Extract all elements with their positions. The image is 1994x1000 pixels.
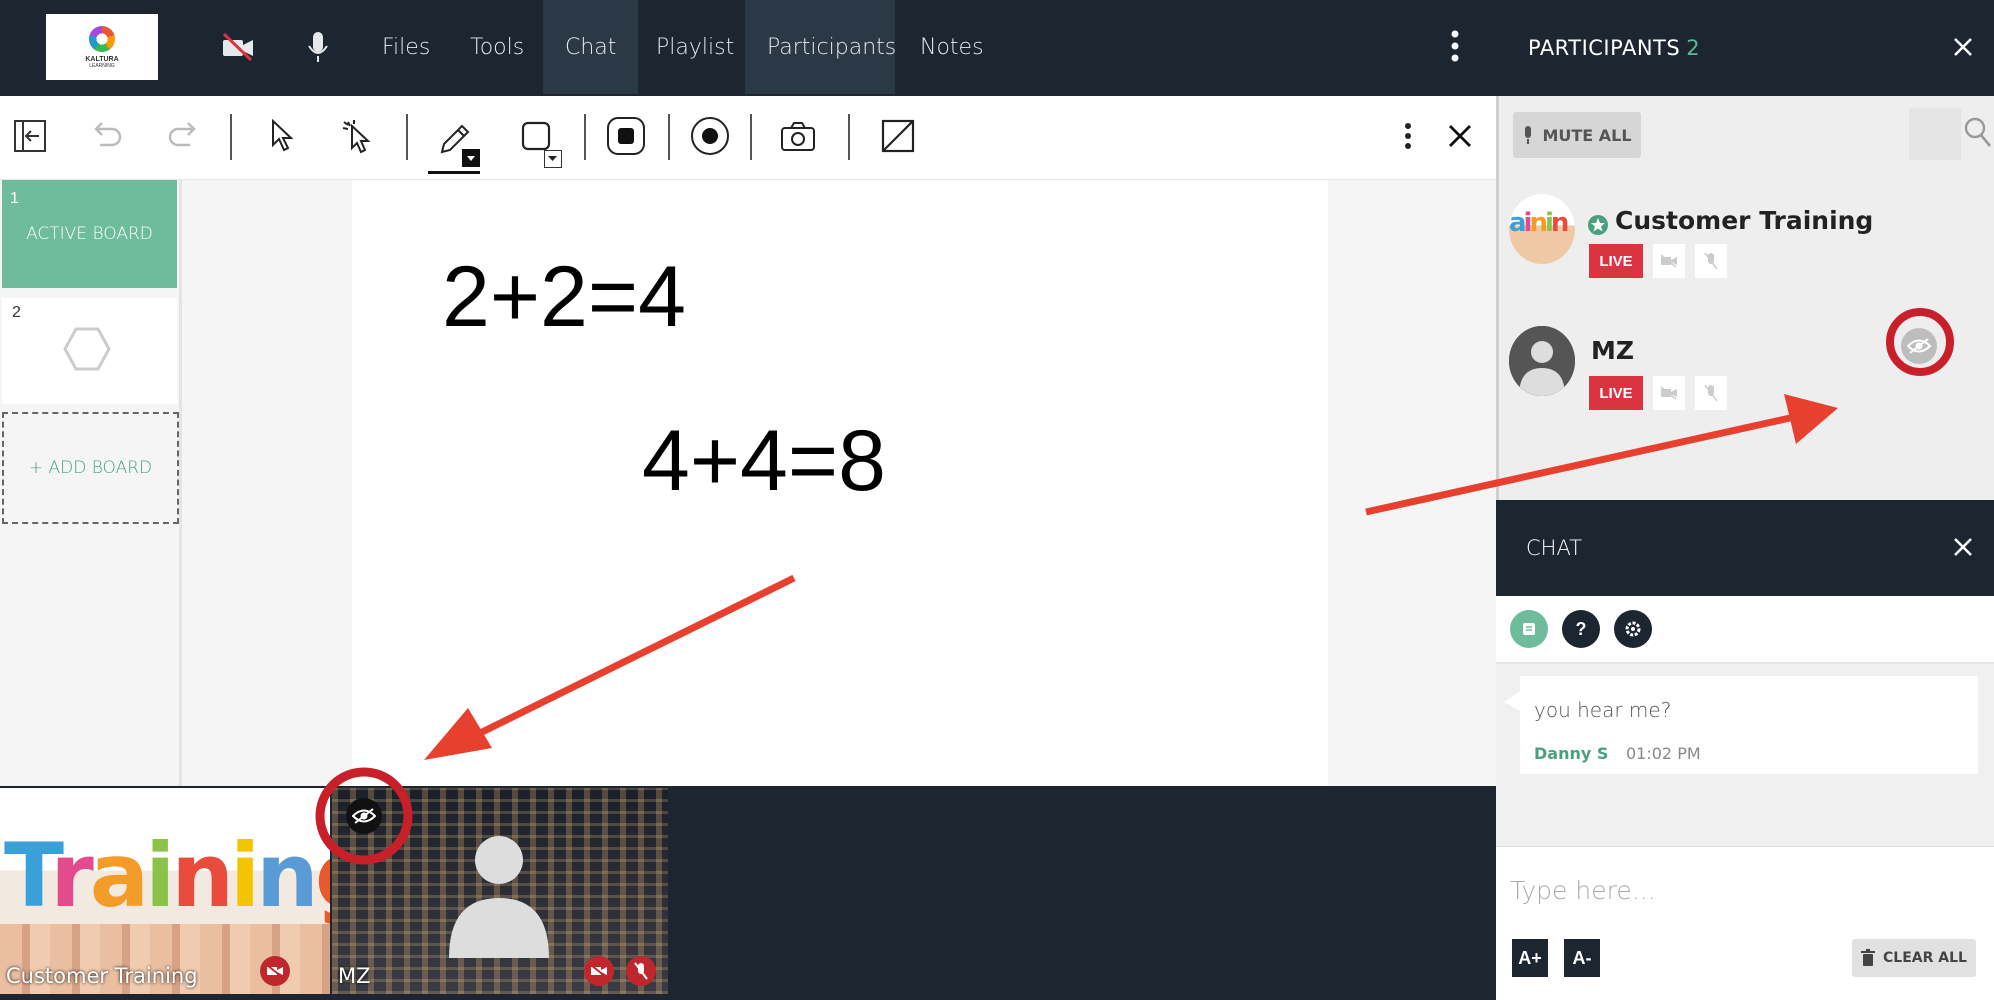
message-author: Danny S: [1534, 744, 1609, 763]
handwritten-equation-2: 4+4=8: [642, 413, 886, 509]
close-icon[interactable]: [1434, 110, 1486, 162]
board-number: 2: [12, 304, 21, 321]
participants-count: 2: [1686, 36, 1701, 60]
toolbar-divider: [750, 114, 752, 160]
mic-off-icon[interactable]: [1695, 376, 1727, 410]
board-list: 1 ACTIVE BOARD 2 + ADD BOARD: [0, 180, 182, 786]
camera-off-icon: [584, 956, 614, 986]
camera-off-icon[interactable]: [1653, 244, 1685, 278]
question-icon[interactable]: ?: [1562, 610, 1600, 648]
training-image-word: Training: [4, 824, 330, 927]
video-stage: Training Customer Training MZ: [0, 786, 1496, 1000]
mic-off-icon: [626, 956, 656, 986]
chat-input[interactable]: [1510, 865, 1970, 915]
video-tile-customer-training[interactable]: Training Customer Training: [0, 788, 330, 994]
logo-subtext: LEARNING: [89, 62, 115, 69]
camera-off-icon[interactable]: [218, 24, 258, 70]
top-navigation-bar: KALTURA LEARNING Files Tools Chat Playli…: [0, 0, 1496, 96]
shape-dropdown-caret[interactable]: [544, 150, 562, 168]
add-board-button[interactable]: + ADD BOARD: [2, 412, 179, 524]
tab-tools[interactable]: Tools: [448, 0, 546, 94]
select-pointer-icon[interactable]: [256, 110, 308, 162]
handwritten-equation-1: 2+2=4: [442, 249, 686, 345]
camera-icon[interactable]: [772, 110, 824, 162]
participant-name: Customer Training: [1615, 206, 1874, 235]
pencil-dropdown-caret[interactable]: [462, 149, 480, 167]
toolbar-divider: [848, 114, 850, 160]
avatar: [1509, 326, 1575, 396]
board-thumbnail-2[interactable]: 2: [2, 298, 177, 404]
search-icon[interactable]: [1963, 116, 1993, 150]
participant-name: MZ: [1591, 336, 1635, 365]
camera-off-icon: [260, 956, 290, 986]
close-icon[interactable]: [1952, 536, 1980, 564]
video-tile-mz[interactable]: MZ: [332, 788, 668, 994]
mic-off-icon[interactable]: [1695, 244, 1727, 278]
undo-icon[interactable]: [80, 110, 132, 162]
participants-title: PARTICIPANTS 2: [1528, 36, 1700, 60]
toolbar-divider: [668, 114, 670, 160]
font-increase-button[interactable]: A+: [1512, 939, 1548, 977]
tile-name-label: Customer Training: [6, 964, 198, 988]
more-vertical-icon[interactable]: [1440, 28, 1470, 68]
tab-files[interactable]: Files: [360, 0, 452, 94]
hexagon-placeholder-icon: [63, 327, 111, 371]
chat-header: CHAT: [1496, 500, 1994, 596]
live-badge: LIVE: [1589, 376, 1643, 410]
hide-video-icon[interactable]: [1901, 328, 1937, 364]
mute-all-label: MUTE ALL: [1542, 125, 1632, 145]
redo-icon[interactable]: [158, 110, 210, 162]
whiteboard-canvas[interactable]: 2+2=4 4+4=8: [352, 180, 1328, 786]
tab-participants[interactable]: Participants: [745, 0, 896, 94]
trash-icon: [1861, 949, 1876, 966]
kaltura-logo: KALTURA LEARNING: [46, 14, 158, 80]
board-thumbnail-1[interactable]: 1 ACTIVE BOARD: [2, 180, 177, 288]
tab-chat[interactable]: Chat: [543, 0, 639, 94]
board-number: 1: [10, 190, 19, 207]
user-silhouette-icon: [449, 836, 549, 958]
camera-off-icon[interactable]: [1653, 376, 1685, 410]
logo-text: KALTURA: [85, 55, 119, 63]
clear-board-icon[interactable]: [872, 110, 924, 162]
whiteboard-toolbar: [0, 96, 1496, 180]
pencil-icon[interactable]: [428, 108, 480, 174]
shape-square-icon[interactable]: [510, 110, 562, 168]
more-vertical-icon[interactable]: [1382, 110, 1434, 162]
chat-messages: you hear me? Danny S 01:02 PM: [1496, 664, 1994, 846]
host-star-icon: [1588, 215, 1608, 235]
live-badge: LIVE: [1589, 244, 1643, 278]
participants-header: PARTICIPANTS 2: [1496, 0, 1994, 96]
microphone-icon[interactable]: [298, 24, 338, 70]
active-board-label: ACTIVE BOARD: [26, 224, 153, 244]
toolbar-divider: [406, 114, 408, 160]
hide-video-icon[interactable]: [346, 798, 382, 834]
avatar: ainin: [1509, 194, 1575, 264]
settings-gear-icon[interactable]: [1614, 610, 1652, 648]
tab-playlist[interactable]: Playlist: [634, 0, 756, 94]
mute-all-button[interactable]: MUTE ALL: [1513, 112, 1641, 158]
close-icon[interactable]: [1952, 36, 1980, 64]
chat-note-icon[interactable]: [1510, 610, 1548, 648]
clear-all-label: CLEAR ALL: [1883, 950, 1967, 966]
laser-pointer-icon[interactable]: [332, 110, 384, 162]
participants-title-text: PARTICIPANTS: [1528, 36, 1681, 60]
record-icon[interactable]: [684, 110, 736, 162]
chat-message: you hear me? Danny S 01:02 PM: [1520, 676, 1978, 774]
stop-record-icon[interactable]: [600, 110, 652, 162]
chat-tools: ?: [1496, 596, 1994, 664]
tab-notes[interactable]: Notes: [898, 0, 1006, 94]
collapse-sidebar-icon[interactable]: [4, 110, 56, 162]
participants-panel: MUTE ALL ainin Customer Training LIVE MZ…: [1496, 96, 1994, 500]
toolbar-divider: [584, 114, 586, 160]
chat-title: CHAT: [1526, 536, 1583, 560]
participant-search-button[interactable]: [1909, 108, 1961, 160]
tile-name-label: MZ: [338, 964, 371, 988]
message-time: 01:02 PM: [1626, 744, 1701, 763]
message-text: you hear me?: [1534, 698, 1672, 722]
clear-all-button[interactable]: CLEAR ALL: [1852, 939, 1976, 977]
font-decrease-button[interactable]: A-: [1564, 939, 1600, 977]
microphone-icon: [1525, 126, 1532, 144]
toolbar-divider: [230, 114, 232, 160]
chat-input-area: A+ A- CLEAR ALL: [1496, 846, 1994, 1000]
